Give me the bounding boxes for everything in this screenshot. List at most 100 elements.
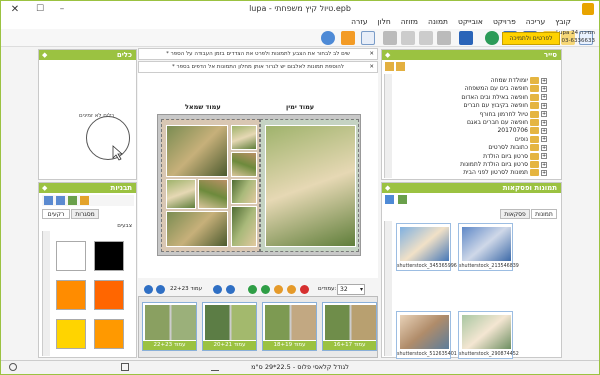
template-tool-icon[interactable] xyxy=(68,196,77,205)
tab-backgrounds[interactable]: רקעים xyxy=(42,209,70,219)
photo-slot[interactable] xyxy=(231,179,257,204)
expand-icon[interactable]: + xyxy=(541,94,547,101)
photo-thumb[interactable]: shutterstock_512635401 xyxy=(396,311,457,359)
expand-icon[interactable]: + xyxy=(541,77,547,84)
pin-icon[interactable]: ◆ xyxy=(42,50,47,60)
templates-scrollbar[interactable] xyxy=(42,231,50,356)
add-spread-icon[interactable] xyxy=(261,285,270,294)
expand-icon[interactable]: + xyxy=(541,169,547,176)
new-folder-icon[interactable] xyxy=(396,62,405,71)
help-icon[interactable] xyxy=(321,31,335,45)
menu-item[interactable]: עזרה xyxy=(351,17,367,26)
remove-page-icon[interactable] xyxy=(300,285,309,294)
photo-slot[interactable] xyxy=(166,125,228,177)
album-spread[interactable] xyxy=(157,114,361,256)
menu-item[interactable]: קובץ xyxy=(555,17,571,26)
expand-icon[interactable]: + xyxy=(541,136,547,143)
page-filmstrip[interactable]: עמוד 22+23 עמוד 20+21 עמוד 18+19 עמוד 16… xyxy=(138,296,378,358)
tab-frames[interactable]: מסגרות xyxy=(71,209,99,219)
paste-icon[interactable] xyxy=(401,31,415,45)
expand-icon[interactable]: + xyxy=(541,111,547,118)
tree-item-label: יומולדת שמחה xyxy=(490,77,528,84)
view-mode-icon[interactable] xyxy=(385,195,394,204)
photo-thumb[interactable]: shutterstock_345365996 xyxy=(396,223,457,271)
menu-item[interactable]: חלון xyxy=(378,17,391,26)
left-page[interactable] xyxy=(161,119,260,252)
swatch-orange-light[interactable] xyxy=(56,280,86,310)
page-thumb[interactable]: עמוד 22+23 xyxy=(142,302,197,351)
photo-slot[interactable] xyxy=(231,152,257,177)
tree-item[interactable]: + תמונות לסרטון לפני הבית xyxy=(463,168,547,177)
menu-item[interactable]: תמונה xyxy=(428,17,448,26)
photos-scrollbar[interactable] xyxy=(384,221,392,356)
ruler-icon[interactable] xyxy=(211,363,219,371)
tab-paragraphs[interactable]: פסקאות xyxy=(500,209,530,219)
pin-icon[interactable]: ◆ xyxy=(385,50,390,60)
next-page-icon[interactable] xyxy=(213,285,222,294)
photo-slot[interactable] xyxy=(231,206,257,247)
tree-item-label: חופשה בים עם המשפחה xyxy=(464,85,528,93)
delete-icon[interactable] xyxy=(383,31,397,45)
copy-icon[interactable] xyxy=(419,31,433,45)
photo-slot[interactable] xyxy=(231,125,257,150)
last-page-icon[interactable] xyxy=(226,285,235,294)
menu-item[interactable]: מזוזה xyxy=(401,17,418,26)
explorer-scrollbar[interactable] xyxy=(384,74,392,178)
pages-count-select[interactable]: 32 ▾ xyxy=(337,284,365,295)
prev-page-icon[interactable] xyxy=(156,285,165,294)
folder-up-icon[interactable] xyxy=(385,62,394,71)
close-notice-icon[interactable]: ✕ xyxy=(369,49,374,59)
swatch-yellow[interactable] xyxy=(56,319,86,349)
fit-icon[interactable] xyxy=(121,363,129,371)
sync-icon[interactable] xyxy=(485,31,499,45)
expand-icon[interactable]: + xyxy=(541,153,547,160)
support-badge[interactable]: לפרטים ולתמיכה xyxy=(502,32,560,45)
expand-icon[interactable]: + xyxy=(541,85,547,92)
add-photos-icon[interactable] xyxy=(398,195,407,204)
photo-slot[interactable] xyxy=(166,179,196,209)
page-thumb[interactable]: עמוד 16+17 xyxy=(322,302,377,351)
expand-icon[interactable]: + xyxy=(541,144,547,151)
import-icon[interactable] xyxy=(459,31,473,45)
swatch-orange[interactable] xyxy=(94,280,124,310)
photo-slot[interactable] xyxy=(265,125,356,247)
expand-icon[interactable]: + xyxy=(541,102,547,109)
cut-icon[interactable] xyxy=(437,31,451,45)
expand-icon[interactable]: + xyxy=(541,119,547,126)
template-tool-icon[interactable] xyxy=(80,196,89,205)
album-editor[interactable]: עמוד שמאל עמוד ימין xyxy=(138,73,378,278)
photo-thumb[interactable]: shutterstock_213546839 xyxy=(458,223,519,271)
photo-thumb[interactable]: shutterstock_290874452 xyxy=(458,311,519,359)
pin-icon[interactable]: ◆ xyxy=(385,183,390,193)
swatch-black[interactable] xyxy=(94,241,124,271)
pages-label: עמודים: xyxy=(318,286,337,292)
swatch-white[interactable] xyxy=(56,241,86,271)
template-tool-icon[interactable] xyxy=(56,196,65,205)
move-page-icon[interactable] xyxy=(274,285,283,294)
menu-item[interactable]: עריכה xyxy=(526,17,545,26)
tree-item-label: 20170706 xyxy=(497,127,528,135)
settings-icon[interactable] xyxy=(9,363,17,371)
close-notice-icon[interactable]: ✕ xyxy=(369,62,374,72)
order-icon[interactable] xyxy=(341,31,355,45)
menu-item[interactable]: אובייקט xyxy=(458,17,483,26)
page-thumb[interactable]: עמוד 20+21 xyxy=(202,302,257,351)
preview-icon[interactable] xyxy=(361,31,375,45)
tab-photos[interactable]: תמונות xyxy=(531,209,557,219)
first-page-icon[interactable] xyxy=(144,285,153,294)
move-spread-icon[interactable] xyxy=(287,285,296,294)
pin-icon[interactable]: ◆ xyxy=(42,183,47,193)
swatch-amber[interactable] xyxy=(94,319,124,349)
status-text: לגודל קלאסי פלוס - 22.5*29 ס"מ xyxy=(251,363,349,371)
template-tool-icon[interactable] xyxy=(44,196,53,205)
photo-slot[interactable] xyxy=(166,211,228,247)
menu-item[interactable]: פרויקט xyxy=(493,17,516,26)
notice-bar-1: * שים לב לבחור את הצבע לתמונות ולפרט את … xyxy=(138,48,378,60)
expand-icon[interactable]: + xyxy=(541,127,547,134)
expand-icon[interactable]: + xyxy=(541,161,547,168)
right-page[interactable] xyxy=(260,119,359,252)
tree-item-label: חופשה בקיבוץ עם חברים xyxy=(463,102,528,110)
photo-slot[interactable] xyxy=(198,179,228,209)
page-thumb[interactable]: עמוד 18+19 xyxy=(262,302,317,351)
add-page-icon[interactable] xyxy=(248,285,257,294)
